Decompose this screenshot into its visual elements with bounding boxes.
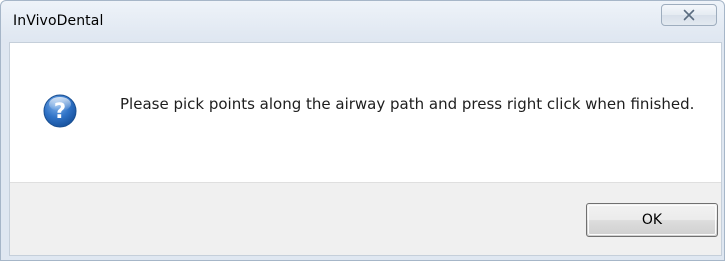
title-bar[interactable]: InVivoDental: [1, 1, 724, 41]
button-bar: OK: [10, 182, 721, 255]
ok-button[interactable]: OK: [586, 203, 718, 237]
message-area: ? Please pick points along the airway pa…: [10, 43, 721, 182]
close-icon: [683, 9, 695, 21]
dialog-message: Please pick points along the airway path…: [120, 95, 695, 113]
close-button[interactable]: [661, 4, 717, 26]
window-title: InVivoDental: [13, 13, 104, 29]
question-icon: ?: [43, 94, 77, 128]
dialog-body: ? Please pick points along the airway pa…: [9, 42, 722, 256]
message-dialog: InVivoDental ? Please pick points along …: [0, 0, 725, 261]
svg-text:?: ?: [54, 99, 66, 123]
